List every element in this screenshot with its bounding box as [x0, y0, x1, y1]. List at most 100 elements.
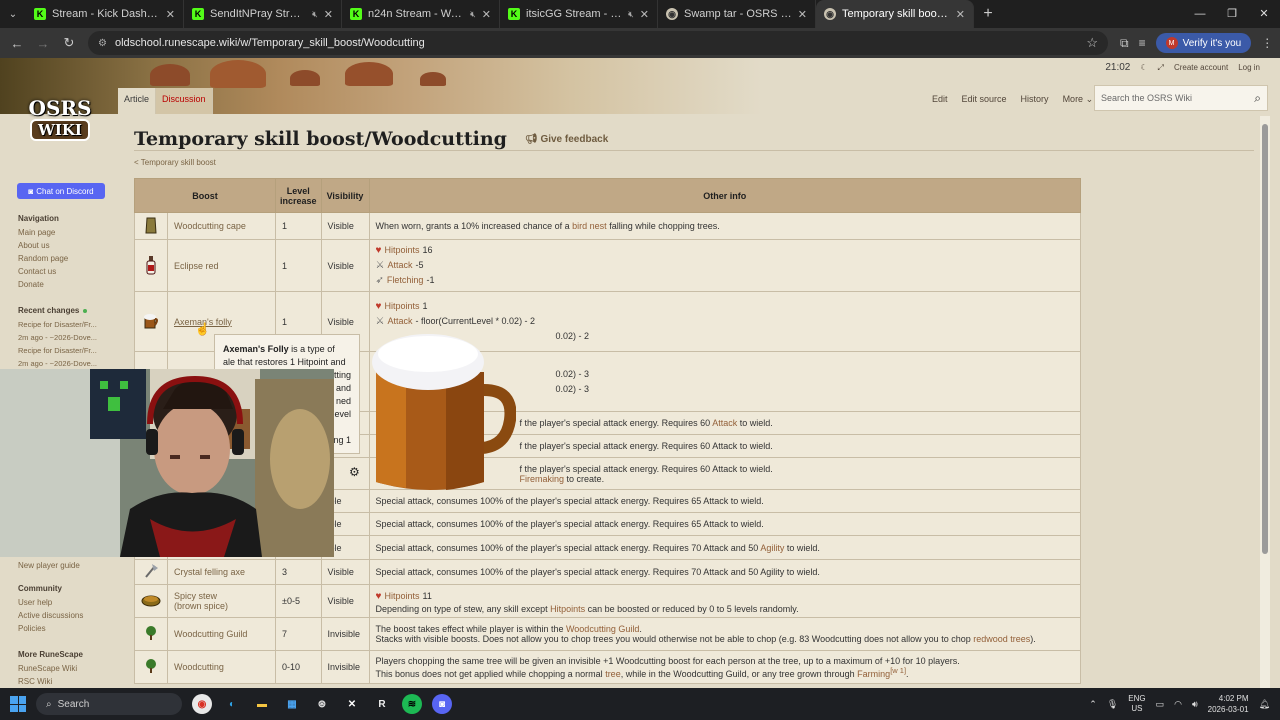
hitpoints-link[interactable]: Hitpoints [384, 243, 419, 258]
log-in-link[interactable]: Log in [1238, 63, 1260, 72]
header-level-increase[interactable]: Level increase [275, 178, 322, 213]
boost-name-link[interactable]: Woodcutting cape [167, 212, 276, 240]
nav-active-discussions[interactable]: Active discussions [18, 611, 83, 620]
maximize-icon[interactable]: ❐ [1216, 0, 1248, 28]
more-menu[interactable]: More ⌄ [1063, 94, 1094, 105]
reference-note[interactable]: [w 1] [890, 666, 906, 675]
back-icon[interactable]: ← [6, 32, 28, 54]
network-icon[interactable]: ▭ [1156, 699, 1165, 710]
settings-gear-icon[interactable]: ⚙ [349, 465, 360, 479]
muted-icon[interactable]: 🔇︎ [628, 9, 634, 20]
microphone-icon[interactable]: 🎙︎ [1107, 699, 1118, 710]
woodcutting-guild-link[interactable]: Woodcutting Guild [566, 624, 639, 634]
close-tab-icon[interactable]: ✕ [798, 8, 807, 21]
spotify-icon[interactable]: ≋ [402, 694, 422, 714]
runelite-icon[interactable]: R [372, 694, 392, 714]
breadcrumb[interactable]: < Temporary skill boost [134, 158, 216, 167]
fullwidth-icon[interactable]: ⤢ [1158, 63, 1164, 73]
brown-spice-link[interactable]: (brown spice) [174, 601, 269, 611]
header-boost[interactable]: Boost [134, 178, 276, 213]
chat-on-discord-button[interactable]: ◙ Chat on Discord [17, 183, 105, 199]
discord-icon[interactable]: ◙ [432, 694, 452, 714]
close-tab-icon[interactable]: ✕ [482, 8, 491, 21]
firemaking-link[interactable]: Firemaking [520, 474, 565, 484]
hitpoints-link[interactable]: Hitpoints [384, 299, 419, 314]
nav-main-page[interactable]: Main page [18, 228, 68, 237]
wifi-icon[interactable]: ◠ [1174, 699, 1182, 710]
muted-icon[interactable]: 🔇︎ [470, 9, 476, 20]
nav-contact-us[interactable]: Contact us [18, 267, 68, 276]
tray-overflow-icon[interactable]: ⌃ [1089, 699, 1097, 710]
browser-tab-6-active[interactable]: ◉ Temporary skill boost/Woodcut ✕ [816, 0, 974, 28]
boost-name-link[interactable]: Woodcutting Guild [167, 617, 276, 651]
forward-icon[interactable]: → [32, 32, 54, 54]
hitpoints-link[interactable]: Hitpoints [550, 604, 585, 614]
store-icon[interactable]: ▦ [282, 694, 302, 714]
nav-random-page[interactable]: Random page [18, 254, 68, 263]
taskbar-clock[interactable]: 4:02 PM 2026-03-01 [1208, 693, 1249, 715]
dark-mode-icon[interactable]: ☾ [1140, 63, 1147, 72]
boost-name-link[interactable]: Crystal felling axe [167, 559, 276, 585]
redwood-trees-link[interactable]: redwood trees [973, 634, 1030, 644]
farming-link[interactable]: Farming [857, 669, 890, 679]
fletching-link[interactable]: Fletching [387, 273, 424, 288]
verify-profile-button[interactable]: M Verify it's you [1155, 33, 1252, 53]
media-controls-icon[interactable]: ≡ [1139, 36, 1146, 50]
boost-name-link[interactable]: Spicy stew (brown spice) [167, 584, 276, 618]
browser-tab-2[interactable]: K SendItNPray Stream - Watch 🔇︎ ✕ [184, 0, 342, 28]
recent-change-item[interactable]: Recipe for Disaster/Fr... [18, 346, 97, 355]
boost-name-link[interactable]: Woodcutting [167, 650, 276, 684]
steam-icon[interactable]: ⊛ [312, 694, 332, 714]
boost-name-link[interactable]: Eclipse red [167, 239, 276, 292]
extensions-icon[interactable]: ⧉ [1120, 36, 1129, 51]
edge-icon[interactable]: ◐ [222, 694, 242, 714]
browser-menu-icon[interactable]: ⋮ [1261, 36, 1273, 50]
recent-change-item[interactable]: Recipe for Disaster/Fr... [18, 320, 97, 329]
header-other-info[interactable]: Other info [368, 178, 1082, 213]
browser-tab-1[interactable]: K Stream - Kick Dashboard ✕ [26, 0, 184, 28]
spicy-stew-link[interactable]: Spicy stew [174, 591, 269, 601]
edit-source-link[interactable]: Edit source [962, 94, 1007, 105]
volume-icon[interactable]: 🔊︎ [1192, 699, 1198, 710]
muted-icon[interactable]: 🔇︎ [312, 9, 318, 20]
chrome-icon[interactable]: ◉ [192, 694, 212, 714]
tab-article[interactable]: Article [118, 88, 157, 114]
scrollbar-thumb[interactable] [1262, 124, 1268, 554]
header-visibility[interactable]: Visibility [320, 178, 370, 213]
browser-tab-5[interactable]: ◉ Swamp tar - OSRS Wiki ✕ [658, 0, 816, 28]
taskbar-search[interactable]: ⌕ Search [36, 693, 182, 715]
give-feedback-button[interactable]: 📢︎ Give feedback [525, 134, 608, 145]
attack-link[interactable]: Attack [712, 418, 737, 428]
recent-changes-heading[interactable]: Recent changes [18, 306, 79, 315]
file-explorer-icon[interactable]: ▬ [252, 694, 272, 714]
osrs-wiki-logo[interactable]: OSRS WIKI [14, 98, 106, 150]
close-window-icon[interactable]: ✕ [1248, 0, 1280, 28]
browser-tab-4[interactable]: K itsicGG Stream - Watch Live 🔇︎ ✕ [500, 0, 658, 28]
minimize-icon[interactable]: — [1184, 0, 1216, 28]
page-scrollbar[interactable] [1260, 116, 1270, 688]
reload-icon[interactable]: ↻ [58, 32, 80, 54]
windows-start-icon[interactable] [10, 696, 26, 712]
search-icon[interactable]: ⌕ [1254, 91, 1261, 106]
attack-link[interactable]: Attack [388, 314, 413, 329]
close-tab-icon[interactable]: ✕ [956, 8, 965, 21]
bookmark-star-icon[interactable]: ☆ [1086, 35, 1098, 51]
x-icon[interactable]: ✕ [342, 694, 362, 714]
browser-tab-3[interactable]: K n24n Stream - Watch Live o 🔇︎ ✕ [342, 0, 500, 28]
close-tab-icon[interactable]: ✕ [324, 8, 333, 21]
edit-link[interactable]: Edit [932, 94, 948, 105]
bird-nest-link[interactable]: bird nest [572, 221, 607, 231]
create-account-link[interactable]: Create account [1174, 63, 1228, 72]
nav-policies[interactable]: Policies [18, 624, 83, 633]
attack-link[interactable]: Attack [388, 258, 413, 273]
tree-link[interactable]: tree [605, 669, 621, 679]
history-link[interactable]: History [1021, 94, 1049, 105]
close-tab-icon[interactable]: ✕ [166, 8, 175, 21]
language-indicator[interactable]: ENG US [1128, 694, 1145, 714]
nav-runescape-wiki[interactable]: RuneScape Wiki [18, 664, 83, 673]
tab-discussion[interactable]: Discussion [156, 88, 213, 114]
agility-link[interactable]: Agility [760, 543, 784, 553]
site-info-icon[interactable]: ⚙ [98, 38, 107, 49]
nav-donate[interactable]: Donate [18, 280, 68, 289]
hitpoints-link[interactable]: Hitpoints [384, 589, 419, 604]
